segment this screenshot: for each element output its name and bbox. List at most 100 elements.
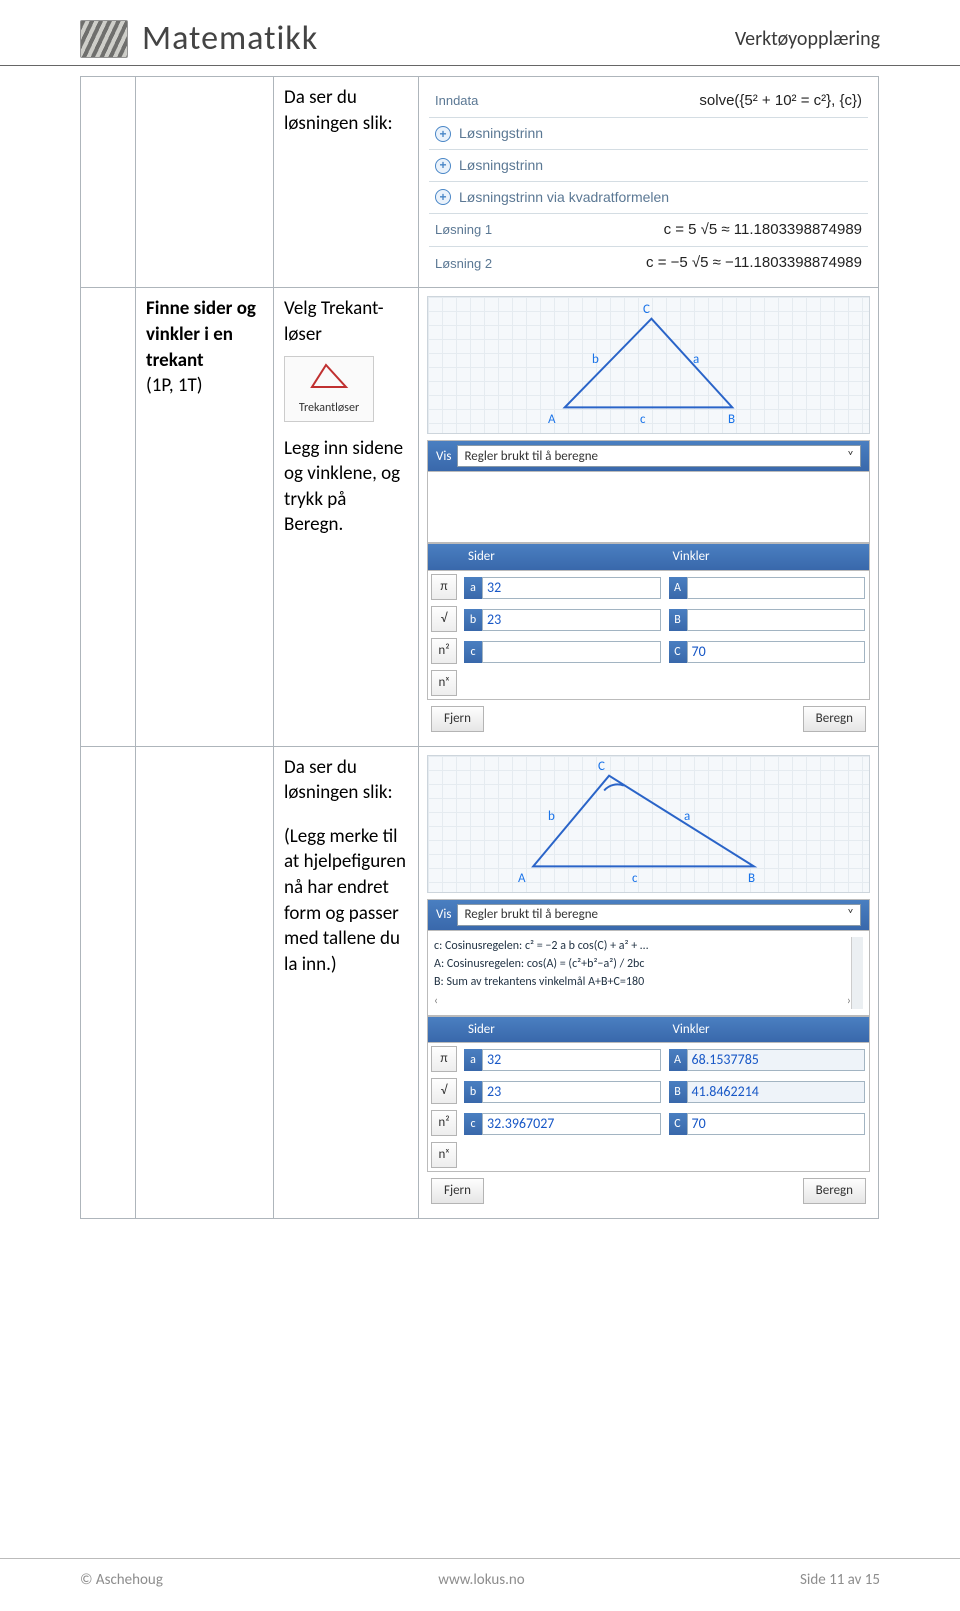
fjern-button[interactable]: Fjern [431,1178,484,1204]
sides-angles-header: Sider Vinkler [427,1016,870,1044]
cell-screenshot: A B C a b c Vis Regler brukt til å bereg… [419,288,879,746]
cell-screenshot: A B C a b c Vis Regler brukt til å bereg… [419,746,879,1218]
vis-label: Vis [436,448,451,466]
power-button[interactable]: nˣ [431,670,457,696]
inndata-row: Inndata solve({5² + 10² = c²}, {c}) [429,85,868,117]
angle-a-label: A [669,577,687,599]
footer-page-number: Side 11 av 15 [800,1571,880,1589]
cell-instruction: Da ser du løsningen slik: [274,77,419,288]
button-bar: Fjern Beregn [427,1172,870,1210]
sides-angles-body: π √ n² nˣ a32 b23 c32.3967027 A68.153778… [427,1043,870,1172]
vis-label: Vis [436,906,451,924]
fjern-button[interactable]: Fjern [431,706,484,732]
cell-topic [136,746,274,1218]
angle-c-input[interactable]: 70 [687,641,866,663]
page-header: Matematikk Verktøyopplæring [0,0,960,66]
vis-bar: Vis Regler brukt til å beregne ˅ [427,899,870,930]
side-label: b [548,808,555,826]
vertex-label: A [548,411,556,429]
cell-instruction: Da ser du løsningen slik: (Legg merke ti… [274,746,419,1218]
angle-c-label: C [669,641,687,663]
symbol-column: π √ n² nˣ [428,1043,460,1171]
side-a-input[interactable]: 32 [482,577,661,599]
side-label: b [592,351,599,369]
inndata-label: Inndata [435,92,478,110]
table-row: Da ser du løsningen slik: (Legg merke ti… [81,746,879,1218]
side-b-input[interactable]: 23 [482,609,661,631]
beregn-button[interactable]: Beregn [803,706,866,732]
button-bar: Fjern Beregn [427,700,870,738]
scrollbar[interactable] [851,937,863,1009]
instruction-note: (Legg merke til at hjelpefiguren nå har … [284,824,408,978]
angle-a-label: A [669,1049,687,1071]
side-c-input[interactable] [482,641,661,663]
solve-step[interactable]: +Løsningstrinn [429,149,868,181]
angle-a-input[interactable] [687,577,866,599]
angle-b-input[interactable] [687,609,866,631]
side-label: c [632,870,638,888]
vertex-label: B [748,870,755,888]
solution-row: Løsning 1c = 5 √5 ≈ 11.1803398874989 [429,213,868,246]
instruction-table: Da ser du løsningen slik: Inndata solve(… [80,76,879,1219]
solve-step[interactable]: + Løsningstrinn [429,117,868,149]
sqrt-button[interactable]: √ [431,606,457,632]
solution-math: c = −5 √5 ≈ −11.1803398874989 [646,253,862,273]
trekantloser-button[interactable]: Trekantløser [284,356,374,422]
side-label: a [684,808,690,826]
pi-button[interactable]: π [431,574,457,600]
vis-bar: Vis Regler brukt til å beregne ˅ [427,440,870,471]
vertex-label: A [518,870,526,888]
angles-header: Vinkler [665,1017,870,1043]
solve-step[interactable]: +Løsningstrinn via kvadratformelen [429,181,868,213]
brand-name: Matematikk [142,18,318,59]
rules-result-box [427,471,870,543]
step-label: Løsningstrinn [459,124,543,143]
chevron-down-icon: ˅ [847,448,854,466]
expand-icon[interactable]: + [435,158,451,174]
vis-select[interactable]: Regler brukt til å beregne ˅ [457,445,861,467]
side-b-input[interactable]: 23 [482,1081,661,1103]
angle-b-label: B [669,1081,687,1103]
square-button[interactable]: n² [431,638,457,664]
cell-topic: Finne sider og vinkler i en trekant (1P,… [136,288,274,746]
sides-column: a32 b23 c32.3967027 [460,1043,665,1171]
inndata-math: solve({5² + 10² = c²}, {c}) [699,91,862,111]
scroll-left-icon[interactable]: ‹ [434,993,438,1009]
triangle-diagram: A B C a b c [427,296,870,434]
vis-selected-value: Regler brukt til å beregne [464,906,598,924]
angle-a-output[interactable]: 68.1537785 [687,1049,866,1071]
trekantloser-label: Trekantløser [289,400,369,416]
rule-line: A: Cosinusregelen: cos(A) = (c²+b²−a²) /… [434,955,851,973]
sqrt-button[interactable]: √ [431,1078,457,1104]
table-row: Da ser du løsningen slik: Inndata solve(… [81,77,879,288]
square-button[interactable]: n² [431,1110,457,1136]
beregn-button[interactable]: Beregn [803,1178,866,1204]
expand-icon[interactable]: + [435,189,451,205]
side-a-input[interactable]: 32 [482,1049,661,1071]
instruction-text: Legg inn sidene og vinklene, og trykk på… [284,436,408,539]
angle-c-input[interactable]: 70 [687,1113,866,1135]
pi-button[interactable]: π [431,1046,457,1072]
cell-screenshot: Inndata solve({5² + 10² = c²}, {c}) +Løs… [419,77,879,288]
angle-b-label: B [669,609,687,631]
sides-angles-body: π √ n² nˣ a32 b23 c A B C70 [427,571,870,700]
expand-icon[interactable]: + [435,126,451,142]
footer-copyright: © Aschehoug [80,1571,163,1589]
side-c-label: c [464,641,482,663]
vis-select[interactable]: Regler brukt til å beregne ˅ [457,904,861,926]
side-c-input[interactable]: 32.3967027 [482,1113,661,1135]
instruction-text: Da ser du løsningen slik: [284,86,393,135]
instruction-text: Da ser du løsningen slik: [284,755,408,806]
cell-empty [81,77,136,288]
angles-header: Vinkler [665,544,870,570]
rule-line: B: Sum av trekantens vinkelmål A+B+C=180 [434,973,851,991]
rule-line: c: Cosinusregelen: c² = −2 a b cos(C) + … [434,937,851,955]
side-b-label: b [464,609,482,631]
chevron-down-icon: ˅ [847,906,854,924]
solution-math: c = 5 √5 ≈ 11.1803398874989 [664,220,862,240]
angles-column: A B C70 [665,571,870,699]
rules-result-box: c: Cosinusregelen: c² = −2 a b cos(C) + … [427,930,870,1016]
angle-b-output[interactable]: 41.8462214 [687,1081,866,1103]
sides-header: Sider [460,1017,665,1043]
power-button[interactable]: nˣ [431,1142,457,1168]
